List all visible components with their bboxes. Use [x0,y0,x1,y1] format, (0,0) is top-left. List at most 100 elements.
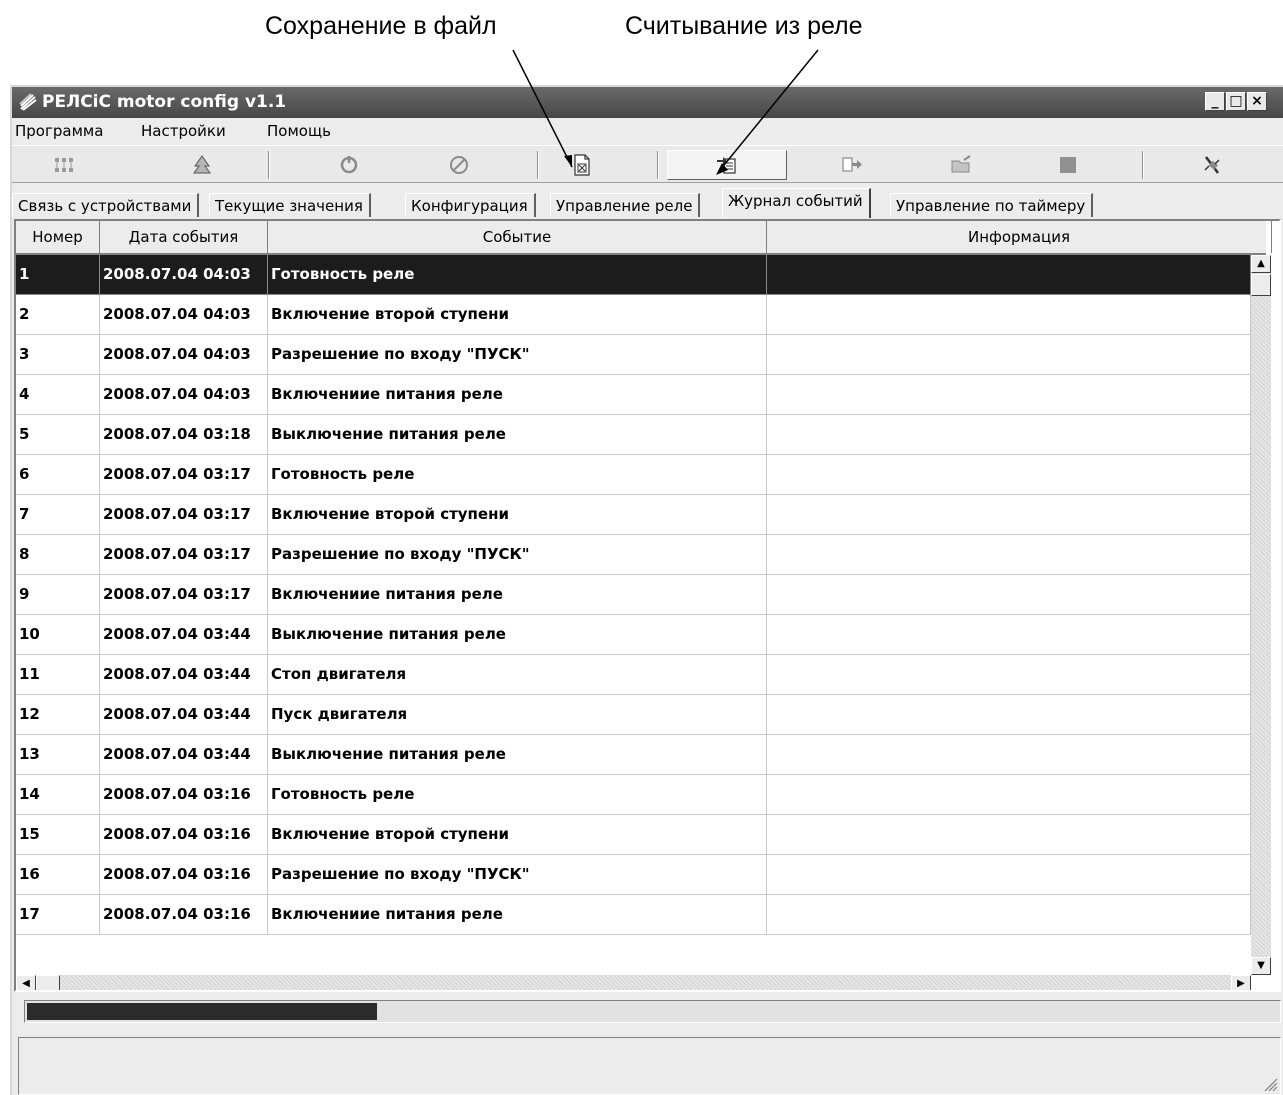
cell-event: Выключение питания реле [268,415,767,455]
cell-info [767,615,1251,655]
cell-date: 2008.07.04 03:17 [100,535,268,575]
read-from-relay-button[interactable] [667,150,787,180]
cell-event: Пуск двигателя [268,695,767,735]
tab-strip: Связь с устройствами Текущие значения Ко… [12,183,1283,218]
table-row[interactable]: 14 2008.07.04 03:16 Готовность реле [16,775,1251,815]
cell-info [767,895,1251,935]
tree-button[interactable] [180,150,224,180]
table-body: 1 2008.07.04 04:03 Готовность реле 2 2008.07… [16,255,1251,975]
table-row[interactable]: 17 2008.07.04 03:16 Включениие питания рел… [16,895,1251,935]
cell-date: 2008.07.04 03:16 [100,815,268,855]
cell-date: 2008.07.04 03:16 [100,895,268,935]
menu-help[interactable]: Помощь [267,122,331,140]
cell-event: Включениие питания реле [268,375,767,415]
toolbar [12,145,1283,183]
cell-event: Готовность реле [268,455,767,495]
cell-date: 2008.07.04 04:03 [100,335,268,375]
table-header: Номер Дата события Событие Информация [16,221,1272,255]
tree-icon [193,155,211,174]
table-row[interactable]: 13 2008.07.04 03:44 Выключение питания рел… [16,735,1251,775]
cell-info [767,415,1251,455]
column-header-event[interactable]: Событие [268,221,767,253]
scroll-up-button[interactable]: ▲ [1251,255,1271,273]
column-header-number[interactable]: Номер [16,221,100,253]
tab-event-log[interactable]: Журнал событий [722,188,871,218]
cell-number: 6 [16,455,100,495]
cell-event: Включениие питания реле [268,575,767,615]
table-row[interactable]: 12 2008.07.04 03:44 Пуск двигателя [16,695,1251,735]
cell-date: 2008.07.04 03:16 [100,775,268,815]
disconnect-button[interactable] [1190,150,1234,180]
tab-current-values[interactable]: Текущие значения [209,193,371,217]
cell-number: 16 [16,855,100,895]
cell-event: Выключение питания реле [268,615,767,655]
cell-number: 8 [16,535,100,575]
title-bar[interactable]: РЕЛСіС motor config v1.1 _ □ × [12,87,1283,118]
menu-program[interactable]: Программа [15,122,103,140]
toolbar-separator [657,151,659,179]
cell-event: Готовность реле [268,255,767,295]
stop-button[interactable] [1046,150,1090,180]
table-row[interactable]: 4 2008.07.04 04:03 Включениие питания реле [16,375,1251,415]
table-row[interactable]: 6 2008.07.04 03:17 Готовность реле [16,455,1251,495]
table-row[interactable]: 3 2008.07.04 04:03 Разрешение по входу "ПУ… [16,335,1251,375]
toolbar-separator [1142,151,1144,179]
save-to-file-icon [574,154,590,176]
column-header-info[interactable]: Информация [767,221,1272,253]
cell-info [767,815,1251,855]
save-to-file-button[interactable] [560,150,604,180]
cell-number: 10 [16,615,100,655]
column-header-date[interactable]: Дата события [100,221,268,253]
table-row[interactable]: 7 2008.07.04 03:17 Включение второй ступен… [16,495,1251,535]
scroll-right-button[interactable]: ▶ [1231,975,1251,990]
tab-device-connection[interactable]: Связь с устройствами [12,193,200,217]
table-row[interactable]: 2 2008.07.04 04:03 Включение второй ступен… [16,295,1251,335]
cell-number: 17 [16,895,100,935]
open-folder-button[interactable] [940,150,984,180]
table-row[interactable]: 8 2008.07.04 03:17 Разрешение по входу "ПУ… [16,535,1251,575]
table-row[interactable]: 16 2008.07.04 03:16 Разрешение по входу "П… [16,855,1251,895]
cell-event: Стоп двигателя [268,655,767,695]
scroll-left-button[interactable]: ◀ [16,975,36,990]
cell-date: 2008.07.04 04:03 [100,295,268,335]
event-log-table: Номер Дата события Событие Информация 12… [14,219,1281,992]
cell-info [767,575,1251,615]
cell-info [767,295,1251,335]
cancel-button[interactable] [437,150,481,180]
status-bar [18,1037,1281,1095]
table-row[interactable]: 1 2008.07.04 04:03 Готовность реле [16,255,1251,295]
close-button[interactable]: × [1247,92,1267,111]
table-row[interactable]: 11 2008.07.04 03:44 Стоп двигателя [16,655,1251,695]
open-folder-icon [951,155,971,173]
minimize-button[interactable]: _ [1205,92,1225,111]
cell-number: 1 [16,255,100,295]
menu-settings[interactable]: Настройки [141,122,226,140]
scroll-down-button[interactable]: ▼ [1251,957,1271,975]
tab-relay-control[interactable]: Управление реле [550,193,701,217]
cell-date: 2008.07.04 03:44 [100,735,268,775]
write-to-relay-button[interactable] [830,150,874,180]
horizontal-scrollbar[interactable]: ◀ ▶ [16,975,1251,990]
cell-number: 7 [16,495,100,535]
maximize-button[interactable]: □ [1226,92,1246,111]
table-row[interactable]: 9 2008.07.04 03:17 Включениие питания реле [16,575,1251,615]
vertical-scroll-thumb[interactable] [1251,274,1271,296]
cell-info [767,375,1251,415]
cell-number: 5 [16,415,100,455]
refresh-button[interactable] [327,150,371,180]
table-row[interactable]: 15 2008.07.04 03:16 Включение второй ступе… [16,815,1251,855]
progress-bar [24,1000,1281,1023]
cell-date: 2008.07.04 04:03 [100,375,268,415]
cancel-icon [450,156,468,174]
tab-timer-control[interactable]: Управление по таймеру [890,193,1094,217]
vertical-scrollbar[interactable]: ▲ ▼ [1251,255,1271,975]
cell-info [767,535,1251,575]
cell-number: 12 [16,695,100,735]
table-row[interactable]: 5 2008.07.04 03:18 Выключение питания реле [16,415,1251,455]
cell-info [767,255,1251,295]
table-row[interactable]: 10 2008.07.04 03:44 Выключение питания рел… [16,615,1251,655]
network-button[interactable] [42,150,86,180]
horizontal-scroll-thumb[interactable] [36,975,60,990]
tab-configuration[interactable]: Конфигурация [405,193,536,217]
resize-grip-icon[interactable] [1260,1074,1278,1092]
